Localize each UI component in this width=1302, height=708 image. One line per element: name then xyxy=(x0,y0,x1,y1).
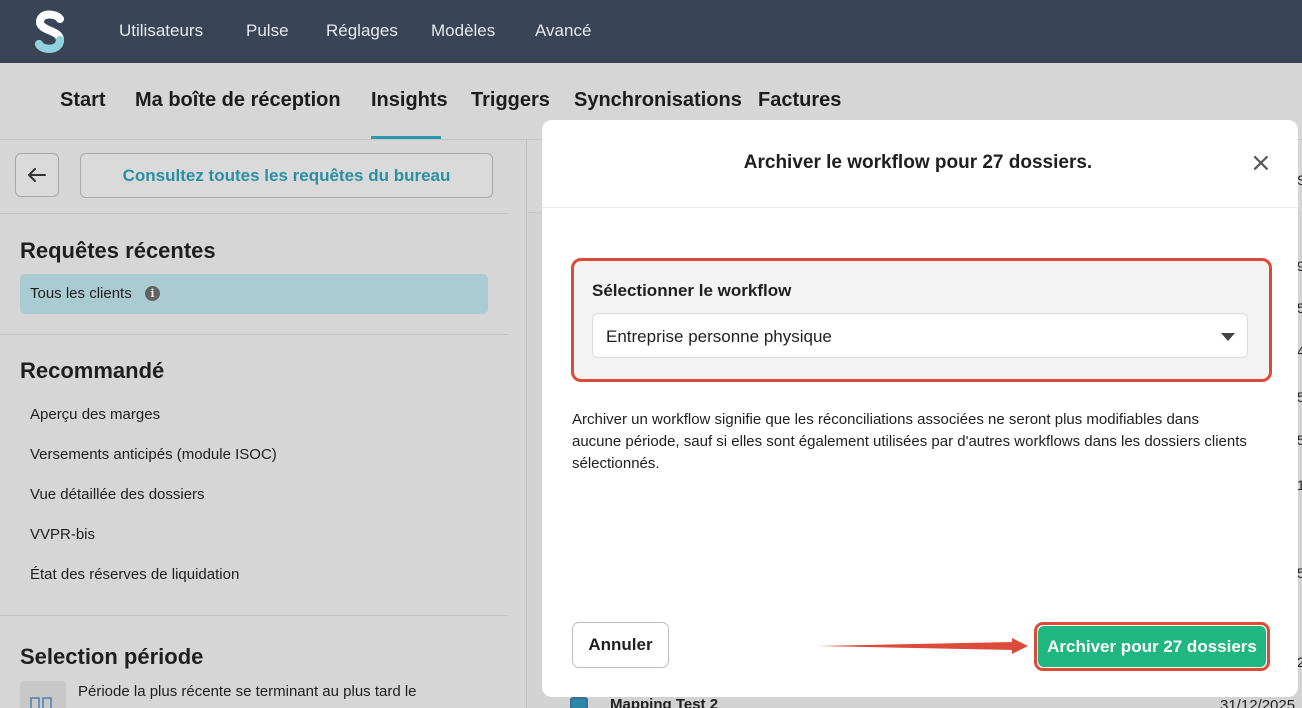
tab-insights[interactable]: Insights xyxy=(371,89,448,112)
workflow-select-value: Entreprise personne physique xyxy=(606,327,832,346)
recommended-item[interactable]: Versements anticipés (module ISOC) xyxy=(30,446,277,463)
topnav-users[interactable]: Utilisateurs xyxy=(119,21,203,41)
period-description: Période la plus récente se terminant au … xyxy=(78,683,417,700)
archive-button[interactable]: Archiver pour 27 dossiers xyxy=(1038,626,1266,667)
sidebar xyxy=(0,140,527,708)
recent-requests-heading: Requêtes récentes xyxy=(20,238,216,263)
archive-description: Archiver un workflow signifie que les ré… xyxy=(572,411,1247,472)
view-all-requests-button[interactable]: Consultez toutes les requêtes du bureau xyxy=(80,153,493,198)
back-button[interactable] xyxy=(15,153,59,197)
app-logo-icon[interactable] xyxy=(34,9,66,55)
topnav-settings[interactable]: Réglages xyxy=(326,21,398,41)
modal-title: Archiver le workflow pour 27 dossiers. xyxy=(743,152,1093,173)
sidebar-divider xyxy=(0,334,508,335)
period-selection-heading: Selection période xyxy=(20,644,204,669)
tab-invoices[interactable]: Factures xyxy=(758,89,841,112)
topnav-advanced[interactable]: Avancé xyxy=(535,21,591,41)
tab-inbox[interactable]: Ma boîte de réception xyxy=(135,89,341,112)
arrow-left-icon xyxy=(28,168,46,182)
tab-synchronisations[interactable]: Synchronisations xyxy=(574,89,742,112)
active-tab-indicator xyxy=(371,136,441,139)
recommended-item[interactable]: Aperçu des marges xyxy=(30,406,160,423)
table-row-date: 31/12/2025 xyxy=(1220,697,1296,708)
recent-request-item[interactable]: Tous les clients i xyxy=(20,274,488,314)
recommended-item[interactable]: VVPR-bis xyxy=(30,526,95,543)
table-row-name: Mapping Test 2 xyxy=(610,696,719,708)
topnav-templates[interactable]: Modèles xyxy=(431,21,495,41)
modal-header-divider xyxy=(542,207,1298,208)
info-icon[interactable]: i xyxy=(145,286,160,301)
workflow-select-label: Sélectionner le workflow xyxy=(592,281,792,300)
cancel-button[interactable]: Annuler xyxy=(572,622,669,668)
recent-request-label: Tous les clients xyxy=(30,285,132,302)
tab-start[interactable]: Start xyxy=(60,89,106,112)
recommended-item[interactable]: Vue détaillée des dossiers xyxy=(30,486,205,503)
sidebar-divider xyxy=(0,615,508,616)
top-navigation-bar: Utilisateurs Pulse Réglages Modèles Avan… xyxy=(0,0,1302,63)
row-checkbox[interactable] xyxy=(570,697,588,708)
calendar-columns-icon[interactable] xyxy=(20,681,66,708)
workflow-select[interactable]: Entreprise personne physique xyxy=(592,313,1248,358)
sidebar-divider xyxy=(0,213,508,214)
annotation-arrow-icon xyxy=(818,638,1028,654)
recommended-heading: Recommandé xyxy=(20,358,165,383)
tab-triggers[interactable]: Triggers xyxy=(471,89,550,112)
recommended-item[interactable]: État des réserves de liquidation xyxy=(30,566,239,583)
close-icon[interactable]: × xyxy=(1250,149,1272,177)
topnav-pulse[interactable]: Pulse xyxy=(246,21,289,41)
chevron-down-icon xyxy=(1221,333,1235,341)
